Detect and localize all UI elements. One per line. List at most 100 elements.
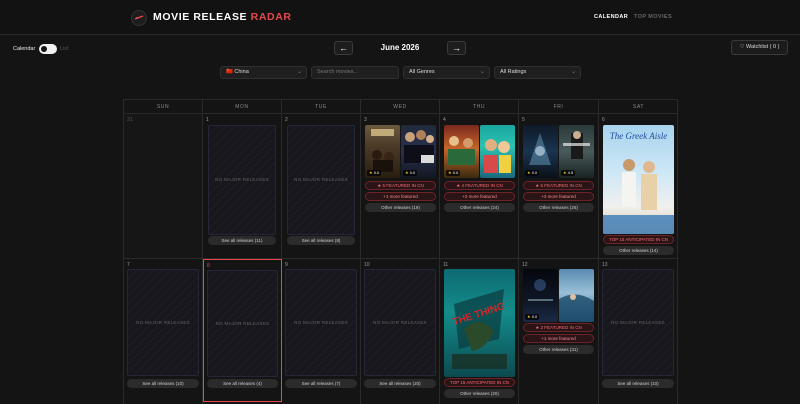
- movie-poster-scary-movie[interactable]: ★ 0.0: [401, 125, 436, 178]
- no-releases-placeholder: NO MAJOR RELEASES: [127, 269, 199, 376]
- movie-poster-the-thing[interactable]: THE THING: [444, 269, 515, 377]
- day-number: 8: [207, 263, 210, 269]
- more-featured-button[interactable]: +2 more featured: [444, 192, 515, 201]
- see-all-releases-button[interactable]: See all releases (8): [287, 236, 355, 245]
- day-cell[interactable]: 5 ★ 0.0 ★ 4.5 ★ 5 FEATURED IN CN +3 more…: [519, 114, 599, 259]
- day-number: 12: [522, 262, 528, 268]
- see-all-releases-button[interactable]: See all releases (7): [285, 379, 357, 388]
- day-cell[interactable]: 3 ★ 0.0 ★ 0.0 ★ 5 FEATURED IN CN +1 more…: [361, 114, 440, 259]
- featured-badge: ★ 5 FEATURED IN CN: [365, 181, 436, 190]
- star-icon: ★: [527, 314, 531, 319]
- other-releases-button[interactable]: Other releases (24): [444, 203, 515, 212]
- see-all-releases-button[interactable]: See all releases (10): [127, 379, 199, 388]
- day-cell[interactable]: 6 The Greek Aisle TOP 15 ANTICIPATED IN …: [599, 114, 678, 259]
- day-cell[interactable]: 12 ★ 0.0 ★ 2 FEATURED IN CN +1 more feat…: [519, 259, 599, 404]
- weekday-wed: WED: [361, 100, 440, 114]
- movie-poster-peddi[interactable]: ★ 0.0: [365, 125, 400, 178]
- no-releases-placeholder: NO MAJOR RELEASES: [602, 269, 674, 376]
- calendar-grid: SUN MON TUE WED THU FRI SAT 31 1 NO MAJO…: [123, 99, 678, 404]
- day-cell[interactable]: 1 NO MAJOR RELEASES See all releases (11…: [203, 114, 282, 259]
- rating-select[interactable]: All Ratings ⌄: [494, 66, 581, 79]
- day-number: 9: [285, 262, 288, 268]
- no-releases-placeholder: NO MAJOR RELEASES: [364, 269, 436, 376]
- movie-rating: ★ 4.5: [561, 170, 576, 176]
- nav-calendar[interactable]: CALENDAR: [594, 14, 628, 20]
- country-select[interactable]: 🇨🇳 China ⌄: [220, 66, 307, 79]
- movie-rating: ★ 0.0: [525, 314, 540, 320]
- day-cell[interactable]: 10 NO MAJOR RELEASES See all releases (2…: [361, 259, 440, 404]
- weekday-sun: SUN: [124, 100, 203, 114]
- more-featured-button[interactable]: +1 more featured: [523, 334, 594, 343]
- see-all-releases-button[interactable]: See all releases (11): [208, 236, 276, 245]
- day-number: 13: [602, 262, 608, 268]
- day-number: 7: [127, 262, 130, 268]
- film-reel-icon: [131, 10, 147, 26]
- other-releases-button[interactable]: Other releases (26): [523, 203, 594, 212]
- day-cell-today[interactable]: 8 NO MAJOR RELEASES See all releases (4): [203, 259, 282, 402]
- weekday-sat: SAT: [599, 100, 678, 114]
- day-number: 1: [206, 117, 209, 123]
- no-releases-text: NO MAJOR RELEASES: [373, 319, 427, 325]
- movie-poster-fri-1[interactable]: ★ 0.0: [523, 125, 558, 178]
- star-icon: ★: [527, 170, 531, 175]
- no-releases-placeholder: NO MAJOR RELEASES: [285, 269, 357, 376]
- other-releases-button[interactable]: Other releases (31): [523, 345, 594, 354]
- movie-rating: ★ 0.0: [525, 170, 540, 176]
- day-cell[interactable]: 9 NO MAJOR RELEASES See all releases (7): [282, 259, 361, 404]
- see-all-releases-button[interactable]: See all releases (20): [364, 379, 436, 388]
- view-list-label[interactable]: List: [60, 46, 69, 52]
- day-cell[interactable]: 7 NO MAJOR RELEASES See all releases (10…: [124, 259, 203, 404]
- featured-badge: ★ 4 FEATURED IN CN: [444, 181, 515, 190]
- next-month-button[interactable]: →: [447, 41, 466, 55]
- day-cell[interactable]: 2 NO MAJOR RELEASES See all releases (8): [282, 114, 361, 259]
- day-number: 31: [127, 117, 133, 123]
- day-number: 3: [364, 117, 367, 123]
- day-number: 10: [364, 262, 370, 268]
- other-releases-button[interactable]: Other releases (19): [365, 203, 436, 212]
- movie-poster-sat-1[interactable]: ★ 0.0: [523, 269, 558, 322]
- app-header: MOVIE RELEASE RADAR CALENDAR TOP MOVIES: [0, 0, 800, 35]
- featured-badge: TOP 15 ANTICIPATED IN CN: [444, 378, 515, 387]
- weekday-thu: THU: [440, 100, 519, 114]
- movie-poster-thu-1[interactable]: ★ 0.0: [444, 125, 479, 178]
- day-number: 4: [443, 117, 446, 123]
- other-releases-button[interactable]: Other releases (20): [444, 389, 515, 398]
- view-calendar-label[interactable]: Calendar: [13, 46, 35, 52]
- movie-poster-thu-2[interactable]: [480, 125, 515, 178]
- featured-badge: TOP 15 ANTICIPATED IN CN: [603, 235, 674, 244]
- day-cell[interactable]: 31: [124, 114, 203, 259]
- no-releases-text: NO MAJOR RELEASES: [294, 177, 348, 182]
- day-number: 11: [443, 262, 449, 268]
- movie-poster-the-greek-aisle[interactable]: The Greek Aisle: [603, 125, 674, 234]
- chevron-down-icon: ⌄: [570, 69, 576, 75]
- day-cell[interactable]: 11 THE THING TOP 15 ANTICIPATED IN CN Ot…: [440, 259, 519, 404]
- app-logo[interactable]: MOVIE RELEASE RADAR: [153, 11, 292, 23]
- watchlist-button[interactable]: ♡ Watchlist ( 0 ): [731, 40, 788, 55]
- movie-poster-sat-2[interactable]: [559, 269, 594, 322]
- prev-month-button[interactable]: ←: [334, 41, 353, 55]
- view-toggle: Calendar List: [13, 44, 83, 54]
- more-featured-button[interactable]: +1 more featured: [365, 192, 436, 201]
- see-all-releases-button[interactable]: See all releases (4): [207, 379, 278, 388]
- nav-top-movies[interactable]: TOP MOVIES: [634, 14, 672, 20]
- genre-value: All Genres: [409, 69, 435, 75]
- movie-rating: ★ 0.0: [446, 170, 461, 176]
- day-number: 5: [522, 117, 525, 123]
- movie-poster-fri-2[interactable]: ★ 4.5: [559, 125, 594, 178]
- weekday-fri: FRI: [519, 100, 599, 114]
- other-releases-button[interactable]: Other releases (14): [603, 246, 674, 255]
- day-cell[interactable]: 4 ★ 0.0 ★ 4 FEATURED IN CN +2 more featu…: [440, 114, 519, 259]
- chevron-down-icon: ⌄: [296, 69, 302, 75]
- movie-rating: ★ 0.0: [367, 170, 382, 176]
- day-cell[interactable]: 13 NO MAJOR RELEASES See all releases (1…: [599, 259, 678, 404]
- weekday-tue: TUE: [282, 100, 361, 114]
- no-releases-placeholder: NO MAJOR RELEASES: [207, 270, 278, 377]
- view-switch[interactable]: [39, 44, 57, 54]
- no-releases-text: NO MAJOR RELEASES: [611, 319, 665, 325]
- genre-select[interactable]: All Genres ⌄: [403, 66, 490, 79]
- more-featured-button[interactable]: +3 more featured: [523, 192, 594, 201]
- movie-rating: ★ 0.0: [403, 170, 418, 176]
- search-input[interactable]: Search movies...: [311, 66, 399, 79]
- see-all-releases-button[interactable]: See all releases (10): [602, 379, 674, 388]
- month-title: June 2026: [380, 43, 420, 52]
